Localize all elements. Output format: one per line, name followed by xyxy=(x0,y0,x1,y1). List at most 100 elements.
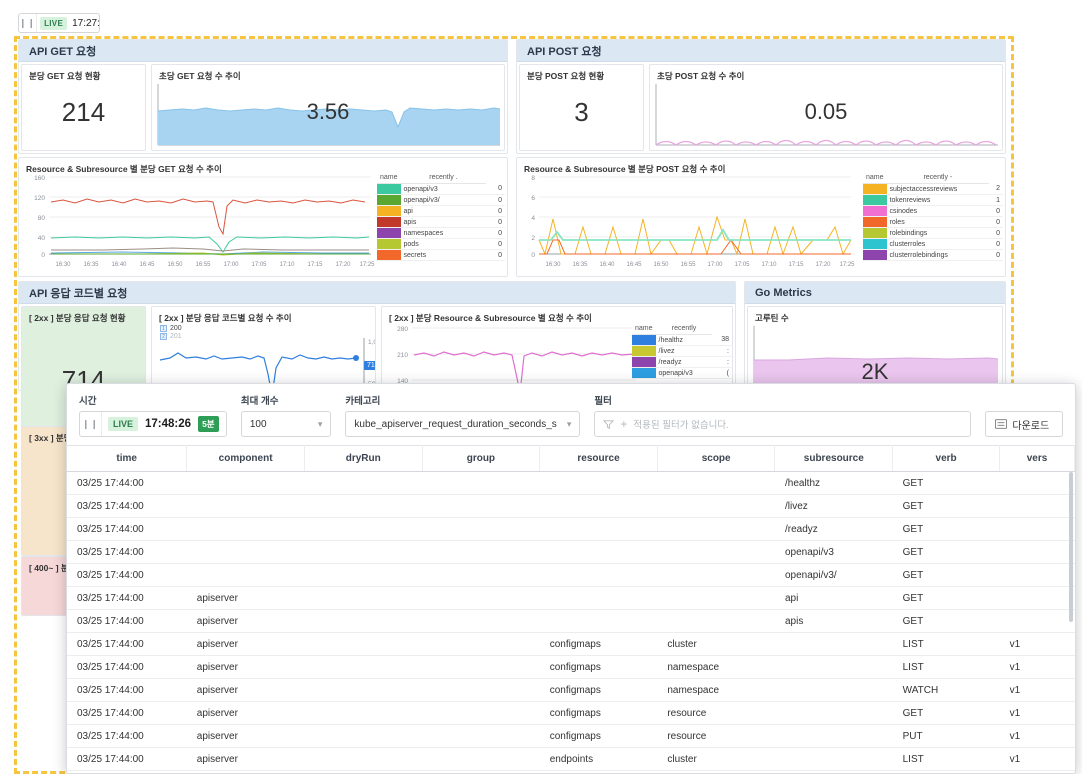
legend-series-value: 2 xyxy=(989,183,1003,195)
legend-header-recently: recently - xyxy=(886,172,990,184)
table-cell-scope xyxy=(657,586,775,610)
max-count-select[interactable]: 100 ▾ xyxy=(240,411,332,437)
legend-row[interactable]: namespaces 0 xyxy=(377,227,505,239)
metrics-table-wrapper: time component dryRun group resource scope sub… xyxy=(67,445,1075,773)
table-column-header-dryRun[interactable]: dryRun xyxy=(304,445,423,472)
legend-row[interactable]: /healthz 38 xyxy=(632,334,732,346)
legend-series-value: 0 xyxy=(486,238,505,250)
legend-row[interactable]: csinodes 0 xyxy=(863,205,1003,217)
legend-series-value: 0 xyxy=(989,216,1003,228)
legend-color-swatch xyxy=(863,249,887,261)
control-download: 다운로드 xyxy=(985,396,1063,437)
svg-text:17:25: 17:25 xyxy=(359,262,375,268)
legend-row[interactable]: roles 0 xyxy=(863,216,1003,228)
table-column-header-resource[interactable]: resource xyxy=(539,445,658,472)
table-row[interactable]: 03/25 17:44:00/livez GET xyxy=(67,494,1075,518)
card-post-stat: 분당 POST 요청 현황 3 xyxy=(519,64,644,151)
table-column-header-subresource[interactable]: subresource xyxy=(774,445,894,472)
table-cell-component xyxy=(186,540,305,564)
legend-row[interactable]: /readyz: xyxy=(632,356,732,368)
legend-series-name: namespaces xyxy=(400,227,487,239)
table-row[interactable]: 03/25 17:44:00/readyz GET xyxy=(67,517,1075,541)
table-column-header-vers[interactable]: vers xyxy=(999,445,1075,472)
table-cell-scope: namespace xyxy=(657,655,775,679)
pause-icon[interactable]: ❙❙ xyxy=(80,412,102,436)
modal-scrollbar[interactable] xyxy=(1069,472,1073,622)
legend-row[interactable]: rolebindings 0 xyxy=(863,227,1003,239)
legend-row[interactable]: subjectaccessreviews 2 xyxy=(863,183,1003,195)
table-cell-group xyxy=(422,632,540,656)
table-column-header-component[interactable]: component xyxy=(186,445,305,472)
svg-text:280: 280 xyxy=(397,326,408,333)
filter-input[interactable]: + 적용된 필터가 없습니다. xyxy=(594,411,972,437)
legend-series-value: ( xyxy=(712,367,732,379)
table-row[interactable]: 03/25 17:44:00 apiserver configmaps cluster… xyxy=(67,632,1075,656)
svg-text:17:00: 17:00 xyxy=(223,262,239,268)
table-row[interactable]: 03/25 17:44:00 openapi/v3 GET xyxy=(67,540,1075,564)
table-cell-dryRun xyxy=(304,609,423,633)
legend-row[interactable]: tokenreviews 1 xyxy=(863,194,1003,206)
legend-series-name: csinodes xyxy=(886,205,990,217)
legend-series-name: roles xyxy=(886,216,990,228)
table-row[interactable]: 03/25 17:44:00 apiserver endpoints cluster L… xyxy=(67,747,1075,771)
time-control[interactable]: ❙❙ LIVE 17:48:26 5분 xyxy=(79,411,227,437)
table-row[interactable]: 03/25 17:44:00/healthz GET xyxy=(67,471,1075,495)
pause-icon[interactable]: ❙❙ xyxy=(19,14,38,32)
table-row[interactable]: 03/25 17:44:00 apiserver api GET xyxy=(67,586,1075,610)
svg-text:17:05: 17:05 xyxy=(734,262,750,268)
legend-row[interactable]: clusterroles 0 xyxy=(863,238,1003,250)
legend-row[interactable]: secrets 0 xyxy=(377,249,505,261)
legend-row[interactable]: openapi/v3 0 xyxy=(377,183,505,195)
card-title-2xx-spark: [ 2xx ] 분당 응답 코드별 요청 수 추이 xyxy=(159,313,292,323)
svg-text:16:30: 16:30 xyxy=(545,262,561,268)
legend-row[interactable]: openapi/v3( xyxy=(632,367,732,379)
table-row[interactable]: 03/25 17:44:00 apiserver configmaps namespa… xyxy=(67,678,1075,702)
card-post-spark: 초당 POST 요청 수 추이 0.05 xyxy=(649,64,1003,151)
table-row[interactable]: 03/25 17:44:00 apiserver configmaps namespa… xyxy=(67,655,1075,679)
table-column-header-group[interactable]: group xyxy=(422,445,541,472)
table-row[interactable]: 03/25 17:44:00 apiserver configmaps resourc… xyxy=(67,724,1075,748)
legend-row[interactable]: openapi/v3/0 xyxy=(377,194,505,206)
download-label: 다운로드 xyxy=(1012,420,1050,432)
table-cell-time: 03/25 17:44:00 xyxy=(67,494,187,518)
table-cell-resource: configmaps xyxy=(539,701,658,725)
table-column-header-scope[interactable]: scope xyxy=(657,445,776,472)
legend-row[interactable]: /livez: xyxy=(632,345,732,357)
table-cell-subresource: /readyz xyxy=(774,517,893,541)
table-cell-subresource xyxy=(774,747,893,771)
svg-text:17:20: 17:20 xyxy=(335,262,351,268)
legend-row[interactable]: pods 0 xyxy=(377,238,505,250)
table-cell-group xyxy=(422,471,540,495)
table-cell-resource xyxy=(539,609,658,633)
svg-text:40: 40 xyxy=(38,235,46,242)
table-row[interactable]: 03/25 17:44:00 apiserver apis GET xyxy=(67,609,1075,633)
table-cell-time: 03/25 17:44:00 xyxy=(67,632,187,656)
legend-body-2xx: /healthz 38/livez:/readyz: openapi/v3( xyxy=(632,334,732,379)
plus-icon[interactable]: + xyxy=(620,417,627,431)
legend-row[interactable]: api 0 xyxy=(377,205,505,217)
card-title-2xx-stat: [ 2xx ] 분당 응답 요청 현황 xyxy=(29,313,126,323)
table-cell-resource xyxy=(539,563,658,587)
table-body: 03/25 17:44:00/healthz GET 03/25 17:44:00/… xyxy=(67,471,1075,771)
table-row[interactable]: 03/25 17:44:00 apiserver configmaps resourc… xyxy=(67,701,1075,725)
live-time-bar[interactable]: ❙❙ LIVE 17:27:42 xyxy=(18,13,100,33)
get-spark-value: 3.56 xyxy=(306,99,350,124)
table-column-header-verb[interactable]: verb xyxy=(892,445,1001,472)
legend-row[interactable]: clusterrolebindings 0 xyxy=(863,249,1003,261)
x-axis-labels: 16:30 16:35 16:40 16:45 16:50 16:55 17:0… xyxy=(545,262,855,268)
category-select[interactable]: kube_apiserver_request_duration_seconds_… xyxy=(345,411,581,437)
table-row[interactable]: 03/25 17:44:00 openapi/v3/GET xyxy=(67,563,1075,587)
time-range-badge[interactable]: 5분 xyxy=(198,416,219,432)
legend-color-swatch xyxy=(632,367,656,379)
table-cell-subresource: api xyxy=(774,586,893,610)
legend-series-name: /readyz xyxy=(655,356,713,368)
table-cell-verb: GET xyxy=(892,517,1000,541)
table-column-header-time[interactable]: time xyxy=(67,445,188,472)
legend-row[interactable]: apis 0 xyxy=(377,216,505,228)
table-cell-resource xyxy=(539,586,658,610)
download-button[interactable]: 다운로드 xyxy=(985,411,1063,437)
svg-text:4: 4 xyxy=(531,215,535,222)
svg-text:16:45: 16:45 xyxy=(626,262,642,268)
control-category: 카테고리 kube_apiserver_request_duration_sec… xyxy=(345,393,581,437)
svg-text:16:40: 16:40 xyxy=(111,262,127,268)
